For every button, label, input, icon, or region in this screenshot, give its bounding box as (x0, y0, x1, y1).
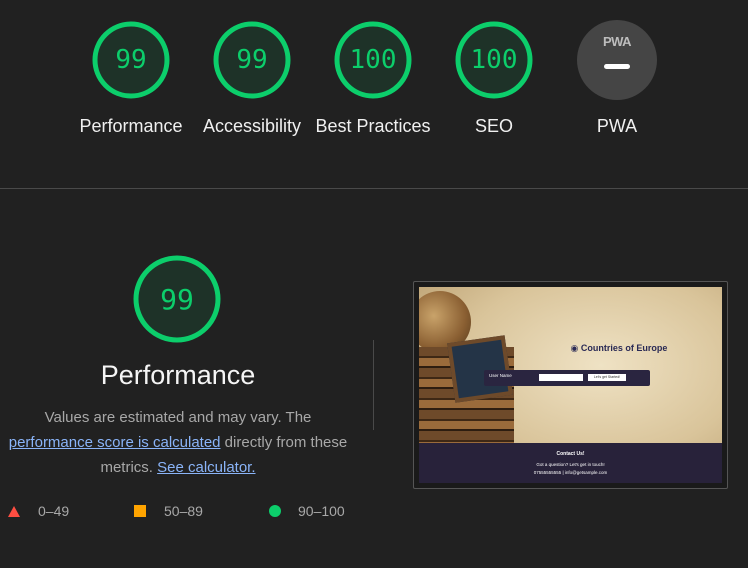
pass-circle-icon (269, 505, 281, 517)
performance-score-link[interactable]: performance score is calculated (9, 434, 221, 451)
thumbnail-footer-line2: 07555555555 | info@getsample.com (533, 470, 608, 475)
thumbnail-form: User Name Let's get Started! (484, 370, 650, 386)
thumbnail-form-button: Let's get Started! (588, 374, 626, 381)
thumbnail-page: ◉ Countries of Europe User Name Let's ge… (419, 287, 722, 483)
desc-line3: metrics. (100, 459, 153, 476)
performance-label[interactable]: Performance (71, 114, 191, 139)
vertical-divider (373, 340, 374, 430)
performance-gauge[interactable]: 99 (91, 20, 171, 100)
thumbnail-title: ◉ Countries of Europe (519, 343, 719, 354)
section-divider (0, 188, 748, 189)
thumbnail-footer-line1: Got a question? Let's get in touch! (536, 462, 605, 467)
page-screenshot-thumbnail[interactable]: ◉ Countries of Europe User Name Let's ge… (413, 281, 728, 489)
detail-title: Performance (100, 360, 256, 390)
pwa-label[interactable]: PWA (557, 114, 677, 139)
best-practices-score: 100 (349, 45, 397, 75)
best-practices-label[interactable]: Best Practices (313, 114, 433, 139)
best-practices-gauge[interactable]: 100 (333, 20, 413, 100)
thumbnail-footer-title: Contact Us! (556, 451, 585, 457)
legend-pass: 90–100 (298, 503, 345, 519)
pwa-dash-icon (604, 64, 630, 69)
thumbnail-title-text: Countries of Europe (580, 343, 668, 353)
seo-score: 100 (470, 45, 518, 75)
seo-label[interactable]: SEO (434, 114, 554, 139)
accessibility-score: 99 (236, 45, 268, 75)
thumbnail-footer: Contact Us! Got a question? Let's get in… (419, 443, 722, 483)
legend-fail: 0–49 (38, 503, 70, 519)
performance-score: 99 (115, 45, 147, 75)
thumbnail-form-label: User Name (489, 373, 512, 378)
detail-description: Values are estimated and may vary. The p… (0, 405, 356, 480)
detail-score: 99 (160, 282, 194, 316)
thumbnail-form-input (539, 374, 583, 381)
chalkboard-image (447, 335, 513, 403)
pwa-badge-text: PWA (602, 34, 632, 49)
accessibility-label[interactable]: Accessibility (192, 114, 312, 139)
accessibility-gauge[interactable]: 99 (212, 20, 292, 100)
see-calculator-link[interactable]: See calculator. (157, 459, 255, 476)
legend-average: 50–89 (164, 503, 203, 519)
detail-performance-gauge: 99 (132, 254, 222, 344)
pwa-gauge[interactable]: PWA (577, 20, 657, 100)
desc-line1: Values are estimated and may vary. The (44, 409, 312, 426)
fail-triangle-icon (8, 506, 20, 517)
seo-gauge[interactable]: 100 (454, 20, 534, 100)
desc-line2: directly from these (220, 434, 348, 451)
globe-icon: ◉ (570, 343, 579, 353)
average-square-icon (134, 505, 146, 517)
